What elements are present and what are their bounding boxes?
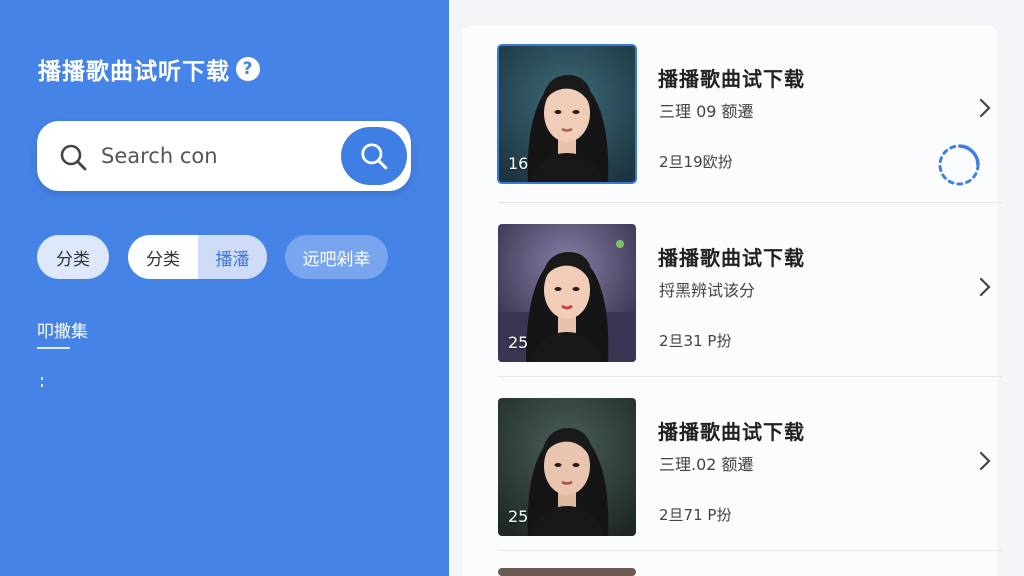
portrait-image <box>498 568 636 576</box>
search-button[interactable] <box>341 127 407 185</box>
song-row[interactable]: 16 播播歌曲试下载 三理 09 额遷 2旦19欧扮 <box>497 44 1002 205</box>
app-title-text: 播播歌曲试听下载 <box>38 59 230 85</box>
song-duration: 2旦71 P扮 <box>659 506 732 524</box>
right-panel: 16 播播歌曲试下载 三理 09 额遷 2旦19欧扮 25 播播歌曲试下载 捋黑… <box>449 0 1024 576</box>
row-divider <box>498 550 1002 551</box>
search-input[interactable] <box>101 139 361 173</box>
more-dots-icon <box>41 377 43 391</box>
song-row-partial[interactable] <box>498 568 1002 576</box>
song-duration: 2旦19欧扮 <box>659 153 733 171</box>
app-title: 播播歌曲试听下载 ? <box>38 52 260 86</box>
chevron-right-icon[interactable] <box>978 276 992 298</box>
song-title: 播播歌曲试下载 <box>658 67 805 91</box>
song-duration: 2旦31 P扮 <box>659 332 732 350</box>
chevron-right-icon[interactable] <box>978 97 992 119</box>
song-title: 播播歌曲试下载 <box>658 420 805 444</box>
thumbnail-badge: 25 <box>508 507 529 526</box>
chip-toggle-play[interactable]: 播潘 <box>198 235 267 279</box>
chip-other[interactable]: 远吧剁幸 <box>285 235 388 279</box>
song-subtitle: 三理.02 额遷 <box>659 455 754 474</box>
row-divider <box>498 202 1002 203</box>
left-panel: 播播歌曲试听下载 ? 分类 分类 播潘 远吧剁幸 叩撒集 <box>0 0 449 576</box>
thumbnail-badge: 25 <box>508 333 529 352</box>
section-title[interactable]: 叩撒集 <box>37 317 88 342</box>
search-button-icon <box>361 143 388 170</box>
song-thumbnail[interactable] <box>498 568 636 576</box>
chip-toggle-category[interactable]: 分类 <box>128 235 198 279</box>
song-list-card: 16 播播歌曲试下载 三理 09 额遷 2旦19欧扮 25 播播歌曲试下载 捋黑… <box>462 26 1002 576</box>
song-row[interactable]: 25 播播歌曲试下载 三理.02 额遷 2旦71 P扮 <box>498 398 1002 558</box>
song-title: 播播歌曲试下载 <box>658 246 805 270</box>
section-underline <box>37 347 70 349</box>
question-circle-icon[interactable]: ? <box>236 57 260 81</box>
song-thumbnail[interactable]: 16 <box>497 44 637 184</box>
chip-category[interactable]: 分类 <box>37 235 109 279</box>
chevron-right-icon[interactable] <box>978 450 992 472</box>
song-subtitle: 三理 09 额遷 <box>659 102 754 121</box>
song-subtitle: 捋黑辨试该分 <box>659 281 756 300</box>
search-icon <box>60 144 87 171</box>
song-thumbnail[interactable]: 25 <box>498 398 636 536</box>
thumbnail-badge: 16 <box>508 154 529 173</box>
song-thumbnail[interactable]: 25 <box>498 224 636 362</box>
spinner-icon <box>938 144 980 186</box>
song-row[interactable]: 25 播播歌曲试下载 捋黑辨试该分 2旦31 P扮 <box>498 224 1002 384</box>
search-bar <box>37 121 411 191</box>
row-divider <box>498 376 1002 377</box>
chip-toggle: 分类 播潘 <box>128 235 267 279</box>
